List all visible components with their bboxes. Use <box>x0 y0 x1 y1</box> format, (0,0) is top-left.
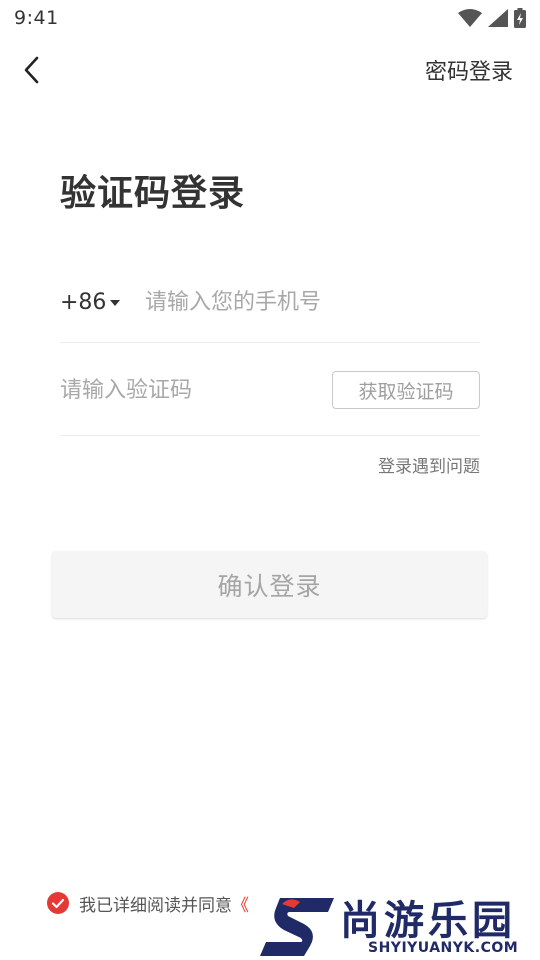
login-help-link[interactable]: 登录遇到问题 <box>378 452 480 477</box>
status-icons <box>458 8 526 28</box>
confirm-login-button[interactable]: 确认登录 <box>52 551 487 618</box>
watermark-name: 尚游乐园 <box>340 898 516 944</box>
agreement-row: 我已详细阅读并同意 《 <box>47 890 249 916</box>
phone-input[interactable] <box>145 289 465 315</box>
chevron-left-icon <box>24 56 39 84</box>
agreement-link[interactable]: 《 <box>232 891 249 916</box>
caret-down-icon <box>110 300 121 306</box>
phone-row: +86 <box>60 262 480 343</box>
agreement-text: 我已详细阅读并同意 <box>79 895 232 916</box>
country-code-label: +86 <box>60 289 107 315</box>
nav-bar: 密码登录 <box>0 48 540 94</box>
back-button[interactable] <box>14 52 50 88</box>
status-time: 9:41 <box>14 7 59 29</box>
get-code-button[interactable]: 获取验证码 <box>332 371 480 409</box>
code-row: 获取验证码 <box>60 345 480 436</box>
verification-code-input[interactable] <box>60 377 310 403</box>
cell-signal-icon <box>488 9 508 27</box>
battery-charging-icon <box>514 8 526 28</box>
checkmark-circle-icon[interactable] <box>47 892 69 914</box>
watermark-s-logo-icon <box>260 898 334 956</box>
country-code-selector[interactable]: +86 <box>60 290 145 315</box>
status-bar: 9:41 <box>0 0 540 36</box>
page-title: 验证码登录 <box>60 173 246 214</box>
watermark-logo: 尚游乐园 SHYIYUANYK.COM <box>260 888 540 960</box>
watermark-url: SHYIYUANYK.COM <box>368 940 519 956</box>
wifi-icon <box>458 9 482 27</box>
password-login-link[interactable]: 密码登录 <box>425 54 513 86</box>
